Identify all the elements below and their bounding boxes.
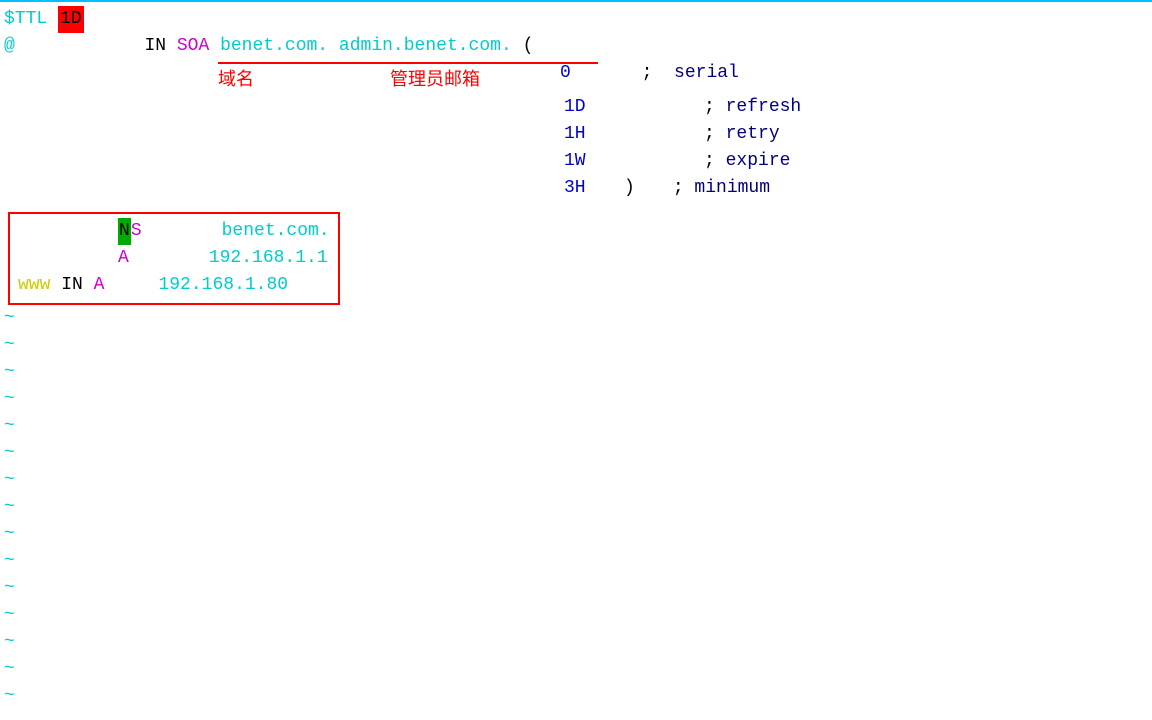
tilde-6: ~ <box>0 440 1152 467</box>
ns-n-highlight: N <box>118 218 131 245</box>
ttl-line: $TTL 1D <box>0 6 1152 33</box>
ns-record: NS benet.com. <box>18 218 330 245</box>
ttl-value: 1D <box>58 6 84 33</box>
refresh-value: 1D <box>564 94 644 121</box>
soa-retry-line: 1H ; retry <box>0 121 1152 148</box>
www-name: www <box>18 272 50 299</box>
soa-admin: admin.benet.com. <box>339 33 512 60</box>
tilde-11: ~ <box>0 575 1152 602</box>
expire-value: 1W <box>564 148 644 175</box>
tilde-15: ~ <box>0 683 1152 710</box>
tilde-1: ~ <box>0 305 1152 332</box>
a-type-1: A <box>118 245 129 272</box>
tilde-7: ~ <box>0 467 1152 494</box>
ns-data: benet.com. <box>222 218 330 245</box>
soa-at: @ <box>4 33 15 60</box>
annotation-row: 域名 管理员邮箱 0 ; serial <box>0 60 1152 94</box>
minimum-comment: minimum <box>694 175 770 202</box>
tilde-8: ~ <box>0 494 1152 521</box>
tilde-9: ~ <box>0 521 1152 548</box>
www-a-record: www IN A 192.168.1.80 <box>18 272 330 299</box>
www-data: 192.168.1.80 <box>158 272 288 299</box>
a-data-1: 192.168.1.1 <box>209 245 328 272</box>
www-type: A <box>94 272 105 299</box>
tilde-4: ~ <box>0 386 1152 413</box>
retry-comment: retry <box>726 121 780 148</box>
tilde-5: ~ <box>0 413 1152 440</box>
ttl-directive: $TTL <box>4 6 47 33</box>
ns-type-s: S <box>131 218 142 245</box>
serial-value: 0 ; serial <box>560 60 739 87</box>
minimum-value: 3H <box>564 175 624 202</box>
soa-class: IN <box>144 33 166 60</box>
annotation-domain-label: 域名 <box>218 68 254 95</box>
records-section: NS benet.com. A 192.168.1.1 www IN A 192… <box>0 208 1152 305</box>
soa-type: SOA <box>177 33 209 60</box>
soa-line: @ IN SOA benet.com. admin.benet.com. ( <box>0 33 1152 60</box>
soa-expire-line: 1W ; expire <box>0 148 1152 175</box>
soa-minimum-line: 3H ) ; minimum <box>0 175 1152 202</box>
editor: $TTL 1D @ IN SOA benet.com. admin.benet.… <box>0 0 1152 714</box>
records-box: NS benet.com. A 192.168.1.1 www IN A 192… <box>8 212 340 305</box>
retry-value: 1H <box>564 121 644 148</box>
refresh-comment: refresh <box>726 94 802 121</box>
underline-bar <box>218 62 598 64</box>
soa-paren-close: ) <box>624 175 635 202</box>
soa-domain: benet.com. <box>220 33 328 60</box>
annotation-email-label: 管理员邮箱 <box>390 68 480 95</box>
www-class: IN <box>61 272 83 299</box>
tilde-2: ~ <box>0 332 1152 359</box>
tilde-10: ~ <box>0 548 1152 575</box>
soa-paren-open: ( <box>523 33 534 60</box>
tilde-12: ~ <box>0 602 1152 629</box>
tilde-3: ~ <box>0 359 1152 386</box>
tilde-14: ~ <box>0 656 1152 683</box>
a-record-1: A 192.168.1.1 <box>18 245 330 272</box>
tilde-13: ~ <box>0 629 1152 656</box>
expire-comment: expire <box>726 148 791 175</box>
soa-refresh-line: 1D ; refresh <box>0 94 1152 121</box>
